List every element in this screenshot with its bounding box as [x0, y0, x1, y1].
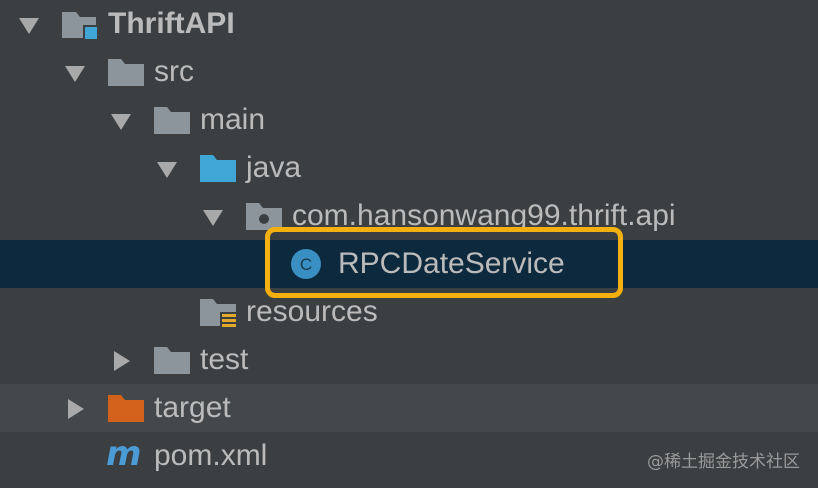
- project-tree: ThriftAPI src main java com.hansonwang99…: [0, 0, 818, 488]
- tree-label-src: src: [154, 55, 194, 88]
- folder-icon: [154, 347, 190, 374]
- tree-row-target[interactable]: target: [0, 384, 818, 432]
- watermark: @稀土掘金技术社区: [647, 452, 800, 472]
- tree-label-rpcdateservice: RPCDateService: [338, 247, 565, 280]
- class-icon: C: [291, 249, 321, 279]
- tree-row-thriftapi[interactable]: ThriftAPI: [0, 0, 818, 48]
- module-folder-icon: [62, 12, 99, 41]
- expand-arrow-icon[interactable]: [18, 14, 40, 36]
- tree-label-main: main: [200, 103, 266, 136]
- package-folder-icon: [246, 203, 282, 230]
- source-root-folder-icon: [200, 155, 236, 182]
- tree-label-resources: resources: [246, 295, 378, 328]
- expand-arrow-icon[interactable]: [156, 158, 178, 180]
- excluded-folder-icon: [108, 395, 144, 422]
- expand-arrow-icon[interactable]: [202, 206, 224, 228]
- tree-label-java: java: [246, 151, 302, 184]
- tree-row-rpcdateservice[interactable]: C RPCDateService: [0, 240, 818, 288]
- tree-label-thriftapi: ThriftAPI: [108, 7, 235, 40]
- folder-icon: [154, 107, 190, 134]
- tree-label-pom: pom.xml: [154, 439, 268, 472]
- collapse-arrow-icon[interactable]: [110, 350, 132, 372]
- expand-arrow-icon[interactable]: [64, 62, 86, 84]
- tree-label-test: test: [200, 343, 249, 376]
- tree-row-package[interactable]: com.hansonwang99.thrift.api: [0, 192, 818, 240]
- collapse-arrow-icon[interactable]: [64, 398, 86, 420]
- tree-row-resources[interactable]: resources: [0, 288, 818, 336]
- tree-row-java[interactable]: java: [0, 144, 818, 192]
- tree-row-main[interactable]: main: [0, 96, 818, 144]
- tree-label-target: target: [154, 391, 231, 424]
- class-icon-letter: C: [300, 255, 312, 274]
- tree-label-package: com.hansonwang99.thrift.api: [292, 199, 676, 232]
- maven-icon: m: [106, 434, 142, 474]
- tree-row-src[interactable]: src: [0, 48, 818, 96]
- resources-folder-icon: [200, 299, 238, 330]
- expand-arrow-icon[interactable]: [110, 110, 132, 132]
- folder-icon: [108, 59, 144, 86]
- tree-row-test[interactable]: test: [0, 336, 818, 384]
